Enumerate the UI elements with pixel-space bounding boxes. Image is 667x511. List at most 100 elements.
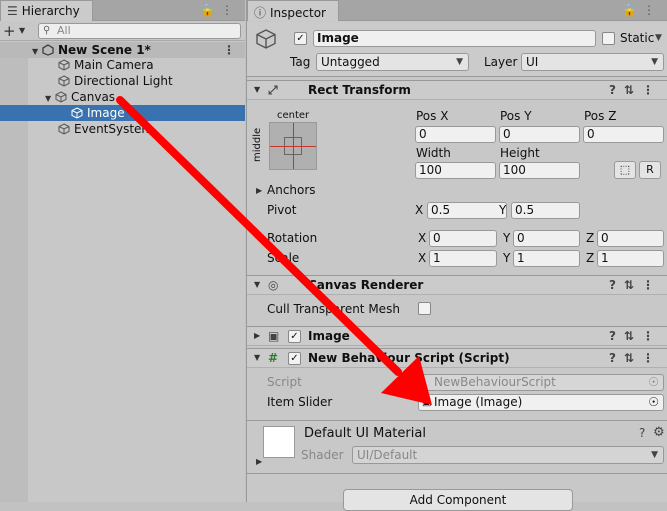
kebab-menu-icon[interactable]: ⋮ — [642, 329, 662, 343]
scale-z-axis-label: Z — [586, 251, 595, 265]
help-icon[interactable]: ? — [639, 426, 645, 440]
kebab-menu-icon[interactable]: ⋮ — [642, 83, 662, 97]
object-header: ✓ Image Static ▼ Tag Untagged ▼ Layer UI ▼ — [247, 22, 667, 77]
scale-x-field[interactable]: 1 — [429, 250, 497, 267]
hierarchy-item-directional-light[interactable]: Directional Light — [0, 73, 245, 89]
material-name: Default UI Material — [304, 426, 426, 441]
hierarchy-toolbar: + ▼ ⚲ All — [0, 21, 245, 41]
gameobject-cube-icon — [58, 59, 70, 71]
add-icon[interactable]: + — [3, 22, 16, 40]
component-options[interactable]: ?⇅⋮ — [609, 329, 662, 343]
chevron-down-icon[interactable]: ▼ — [19, 26, 25, 35]
object-picker-icon: ☉ — [648, 375, 659, 389]
hierarchy-tabbar: ☰ Hierarchy 🔒⋮ — [0, 0, 245, 21]
expand-triangle-icon[interactable]: ▶ — [256, 186, 262, 195]
script-hash-icon: # — [268, 351, 279, 365]
expand-triangle-icon[interactable]: ▶ — [256, 457, 262, 466]
scale-y-field[interactable]: 1 — [513, 250, 580, 267]
hierarchy-scene-row[interactable]: ▼ New Scene 1* ⋮ — [0, 42, 245, 58]
script-enabled-checkbox[interactable]: ✓ — [288, 352, 301, 365]
expand-triangle-icon[interactable]: ▶ — [254, 331, 260, 340]
collapse-triangle-icon[interactable]: ▼ — [254, 353, 260, 362]
width-field[interactable]: 100 — [415, 162, 496, 179]
cull-transparent-mesh-checkbox[interactable] — [418, 302, 431, 315]
collapse-triangle-icon[interactable]: ▼ — [254, 280, 260, 289]
presets-icon[interactable]: ⇅ — [624, 351, 642, 365]
scale-y-axis-label: Y — [503, 251, 511, 265]
shader-dropdown: UI/Default ▼ — [352, 446, 664, 464]
script-label: Script — [267, 375, 302, 389]
anchors-foldout[interactable]: Anchors — [267, 183, 316, 197]
hierarchy-item-canvas[interactable]: ▼ Canvas — [0, 89, 245, 105]
lock-icon[interactable]: 🔒 — [622, 3, 643, 17]
canvas-renderer-header[interactable]: ▼ ◎ Canvas Renderer ?⇅⋮ — [247, 275, 667, 295]
rotation-y-field[interactable]: 0 — [513, 230, 580, 247]
rotation-z-axis-label: Z — [586, 231, 595, 245]
static-checkbox[interactable] — [602, 32, 615, 45]
chevron-down-icon: ▼ — [651, 450, 658, 460]
scale-x-axis-label: X — [418, 251, 427, 265]
presets-icon[interactable]: ⇅ — [624, 83, 642, 97]
height-field[interactable]: 100 — [499, 162, 580, 179]
tab-hierarchy[interactable]: ☰ Hierarchy — [0, 0, 93, 21]
hierarchy-item-eventsystem[interactable]: EventSystem — [0, 121, 245, 137]
component-options[interactable]: ?⇅⋮ — [609, 83, 662, 97]
lock-icon[interactable]: 🔒 — [200, 3, 221, 17]
object-picker-icon[interactable]: ☉ — [648, 395, 659, 410]
script-component-header[interactable]: ▼ # ✓ New Behaviour Script (Script) ?⇅⋮ — [247, 348, 667, 368]
kebab-menu-icon[interactable]: ⋮ — [643, 3, 661, 17]
anchor-presets-button[interactable] — [269, 122, 317, 170]
rect-transform-header[interactable]: ▼ ⤢ Rect Transform ?⇅⋮ — [247, 80, 667, 100]
component-options[interactable]: ?⇅⋮ — [609, 351, 662, 365]
hierarchy-item-main-camera[interactable]: Main Camera — [0, 57, 245, 73]
add-component-button[interactable]: Add Component — [343, 489, 573, 511]
hierarchy-search-input[interactable]: ⚲ All — [38, 23, 241, 39]
scale-label: Scale — [267, 251, 300, 265]
pivot-y-field[interactable]: 0.5 — [511, 202, 580, 219]
pos-y-label: Pos Y — [500, 109, 532, 123]
rect-transform-icon: ⤢ — [268, 83, 278, 97]
info-icon: ⓘ — [254, 6, 267, 20]
blueprint-mode-button[interactable]: ⬚ — [614, 161, 636, 179]
image-enabled-checkbox[interactable]: ✓ — [288, 330, 301, 343]
rotation-label: Rotation — [267, 231, 318, 245]
raw-edit-button[interactable]: R — [639, 161, 661, 179]
help-icon[interactable]: ? — [609, 329, 624, 343]
hierarchy-item-image[interactable]: Image — [0, 105, 245, 121]
pivot-x-field[interactable]: 0.5 — [427, 202, 507, 219]
cull-transparent-mesh-label: Cull Transparent Mesh — [267, 302, 400, 316]
canvas-renderer-icon: ◎ — [268, 278, 279, 292]
rotation-y-axis-label: Y — [503, 231, 511, 245]
layer-dropdown[interactable]: UI ▼ — [521, 53, 664, 71]
tag-dropdown[interactable]: Untagged ▼ — [316, 53, 469, 71]
presets-icon[interactable]: ⇅ — [624, 278, 642, 292]
rotation-x-axis-label: X — [418, 231, 427, 245]
rotation-z-field[interactable]: 0 — [597, 230, 664, 247]
object-name-field[interactable]: Image — [313, 30, 596, 47]
kebab-menu-icon[interactable]: ⋮ — [642, 278, 662, 292]
kebab-menu-icon[interactable]: ⋮ — [642, 351, 662, 365]
scene-menu-icon[interactable]: ⋮ — [223, 42, 235, 58]
inspector-tab-options[interactable]: 🔒⋮ — [622, 3, 661, 17]
rotation-x-field[interactable]: 0 — [429, 230, 497, 247]
unity-scene-icon — [42, 44, 54, 56]
pos-y-field[interactable]: 0 — [499, 126, 580, 143]
presets-icon[interactable]: ⇅ — [624, 329, 642, 343]
tab-inspector[interactable]: ⓘ Inspector — [247, 0, 339, 21]
gameobject-cube-icon — [58, 75, 70, 87]
item-slider-field[interactable]: ▣ Image (Image) ☉ — [418, 394, 664, 411]
hierarchy-tab-options[interactable]: 🔒⋮ — [200, 3, 239, 17]
collapse-triangle-icon[interactable]: ▼ — [254, 85, 260, 94]
chevron-down-icon[interactable]: ▼ — [655, 33, 662, 43]
image-component-header[interactable]: ▶ ▣ ✓ Image ?⇅⋮ — [247, 326, 667, 346]
component-options[interactable]: ?⇅⋮ — [609, 278, 662, 292]
pos-x-field[interactable]: 0 — [415, 126, 496, 143]
active-checkbox[interactable]: ✓ — [294, 32, 307, 45]
kebab-menu-icon[interactable]: ⋮ — [221, 3, 239, 17]
help-icon[interactable]: ? — [609, 83, 624, 97]
gear-icon[interactable]: ⚙ — [653, 425, 665, 440]
scale-z-field[interactable]: 1 — [597, 250, 664, 267]
pos-z-field[interactable]: 0 — [583, 126, 664, 143]
help-icon[interactable]: ? — [609, 351, 624, 365]
help-icon[interactable]: ? — [609, 278, 624, 292]
